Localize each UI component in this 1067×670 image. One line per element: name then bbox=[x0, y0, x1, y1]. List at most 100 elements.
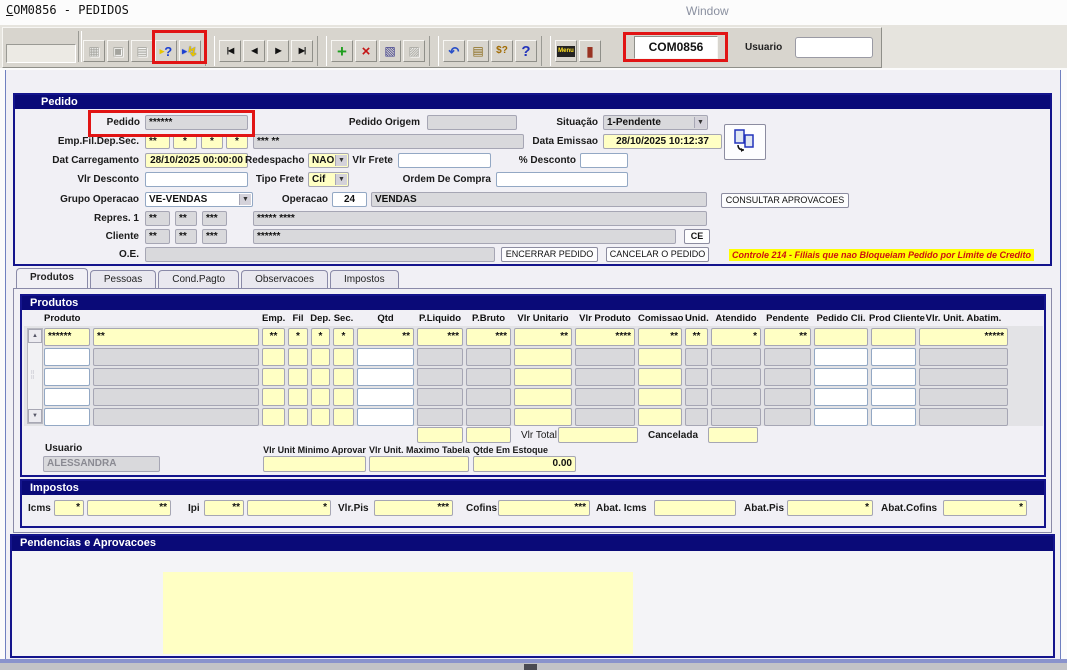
menu-item-window[interactable]: Window bbox=[686, 4, 729, 18]
encerrar-pedido-button[interactable]: ENCERRAR PEDIDO bbox=[501, 247, 598, 262]
grid-cell[interactable] bbox=[764, 408, 811, 426]
grid-cell[interactable]: ** bbox=[764, 328, 811, 346]
qtde-estoque-field[interactable]: 0.00 bbox=[473, 456, 576, 472]
grid-cell[interactable] bbox=[919, 348, 1008, 366]
ipi-field-2[interactable]: * bbox=[247, 500, 331, 516]
grid-cell[interactable] bbox=[638, 368, 682, 386]
taskbar-item[interactable] bbox=[524, 664, 537, 670]
print-button[interactable]: ▤ bbox=[131, 40, 153, 62]
situacao-dropdown[interactable]: 1-Pendente▼ bbox=[603, 115, 708, 130]
grid-cell[interactable] bbox=[575, 388, 635, 406]
cliente-desc-field[interactable]: ****** bbox=[253, 229, 676, 244]
scroll-up-icon[interactable]: ▲ bbox=[28, 329, 42, 343]
paste-button[interactable]: ▤ bbox=[467, 40, 489, 62]
grid-cell[interactable] bbox=[871, 368, 916, 386]
copy-order-button[interactable] bbox=[724, 124, 766, 160]
grid-cell[interactable] bbox=[311, 388, 330, 406]
abat-pis-field[interactable]: * bbox=[787, 500, 873, 516]
grid-cell[interactable] bbox=[764, 348, 811, 366]
grid-cell[interactable] bbox=[638, 388, 682, 406]
grid-cell[interactable] bbox=[333, 388, 354, 406]
grid-cell[interactable] bbox=[814, 408, 868, 426]
scroll-down-icon[interactable]: ▼ bbox=[28, 409, 42, 423]
grid-cell[interactable] bbox=[262, 368, 285, 386]
grid-cell[interactable]: * bbox=[333, 328, 354, 346]
grid-cell[interactable] bbox=[93, 388, 259, 406]
operacao-field[interactable]: 24 bbox=[332, 192, 367, 207]
dat-carregamento-field[interactable]: 28/10/2025 00:00:00 bbox=[145, 153, 248, 168]
pedido-origem-field[interactable] bbox=[427, 115, 517, 130]
grid-cell[interactable] bbox=[417, 408, 463, 426]
grid-cell[interactable]: ** bbox=[685, 328, 708, 346]
abat-cofins-field[interactable]: * bbox=[943, 500, 1027, 516]
grid-cell[interactable] bbox=[262, 348, 285, 366]
menu-button[interactable]: Menu bbox=[555, 40, 577, 62]
grid-cell[interactable] bbox=[357, 388, 414, 406]
edit-record-button[interactable]: ▧ bbox=[379, 40, 401, 62]
subtotal-field-1[interactable] bbox=[417, 427, 463, 443]
grid-cell[interactable] bbox=[93, 368, 259, 386]
consultar-aprovacoes-button[interactable]: CONSULTAR APROVACOES bbox=[721, 193, 849, 208]
grid-cell[interactable]: *** bbox=[417, 328, 463, 346]
cliente-field3[interactable]: *** bbox=[202, 229, 227, 244]
undo-button[interactable]: ↶ bbox=[443, 40, 465, 62]
grid-cell[interactable]: *** bbox=[466, 328, 511, 346]
grid-cell[interactable] bbox=[871, 328, 916, 346]
vlr-total-field[interactable] bbox=[558, 427, 638, 443]
grupo-operacao-dropdown[interactable]: VE-VENDAS▼ bbox=[145, 192, 253, 207]
vlr-pis-field[interactable]: *** bbox=[374, 500, 453, 516]
grid-cell[interactable] bbox=[814, 328, 868, 346]
vlr-unit-minimo-field[interactable] bbox=[263, 456, 366, 472]
grid-cell[interactable] bbox=[466, 368, 511, 386]
perc-desconto-field[interactable] bbox=[580, 153, 628, 168]
cost-query-button[interactable]: $? bbox=[491, 40, 513, 62]
cancelada-field[interactable] bbox=[708, 427, 758, 443]
exit-button[interactable]: ▮ bbox=[579, 40, 601, 62]
cancelar-pedido-button[interactable]: CANCELAR O PEDIDO bbox=[606, 247, 709, 262]
grid-cell[interactable] bbox=[288, 348, 308, 366]
grid-cell[interactable] bbox=[638, 348, 682, 366]
tab-pessoas[interactable]: Pessoas bbox=[90, 270, 156, 289]
grid-cell[interactable] bbox=[764, 368, 811, 386]
scrollbar-handle[interactable]: ∶∶∶∶ bbox=[31, 371, 34, 381]
grid-cell[interactable] bbox=[333, 348, 354, 366]
ce-button[interactable]: CE bbox=[684, 229, 710, 244]
ipi-field-1[interactable]: ** bbox=[204, 500, 244, 516]
grid-cell[interactable] bbox=[575, 368, 635, 386]
tab-impostos[interactable]: Impostos bbox=[330, 270, 399, 289]
grid-cell[interactable] bbox=[871, 388, 916, 406]
grid-cell[interactable]: * bbox=[711, 328, 761, 346]
grid-cell[interactable] bbox=[333, 368, 354, 386]
cliente-field1[interactable]: ** bbox=[145, 229, 170, 244]
grid-cell[interactable] bbox=[711, 388, 761, 406]
grid-cell[interactable]: ** bbox=[514, 328, 572, 346]
repres1-field1[interactable]: ** bbox=[145, 211, 170, 226]
abat-icms-field[interactable] bbox=[654, 500, 736, 516]
grid-cell[interactable] bbox=[575, 348, 635, 366]
tab-cond-pagto[interactable]: Cond.Pagto bbox=[158, 270, 239, 289]
ordem-de-compra-field[interactable] bbox=[496, 172, 628, 187]
grid-cell[interactable]: ** bbox=[638, 328, 682, 346]
grid-cell[interactable] bbox=[814, 388, 868, 406]
grid-cell[interactable] bbox=[311, 408, 330, 426]
prev-record-button[interactable]: ◀ bbox=[243, 40, 265, 62]
help-button[interactable]: ? bbox=[515, 40, 537, 62]
grid-cell[interactable] bbox=[333, 408, 354, 426]
grid-cell[interactable] bbox=[44, 408, 90, 426]
grid-cell[interactable] bbox=[871, 348, 916, 366]
grid-cell[interactable] bbox=[288, 408, 308, 426]
screen-button[interactable]: ▣ bbox=[107, 40, 129, 62]
grid-cell[interactable] bbox=[93, 408, 259, 426]
grid-cell[interactable] bbox=[919, 388, 1008, 406]
delete-record-button[interactable]: × bbox=[355, 40, 377, 62]
grid-cell[interactable] bbox=[514, 408, 572, 426]
grid-cell[interactable] bbox=[514, 388, 572, 406]
next-record-button[interactable]: ▶ bbox=[267, 40, 289, 62]
grid-cell[interactable] bbox=[764, 388, 811, 406]
grid-cell[interactable] bbox=[814, 368, 868, 386]
grid-cell[interactable] bbox=[711, 368, 761, 386]
grid-cell[interactable] bbox=[44, 348, 90, 366]
grid-cell[interactable] bbox=[44, 388, 90, 406]
grid-cell[interactable]: ** bbox=[357, 328, 414, 346]
pendencias-notes-area[interactable] bbox=[163, 572, 633, 654]
